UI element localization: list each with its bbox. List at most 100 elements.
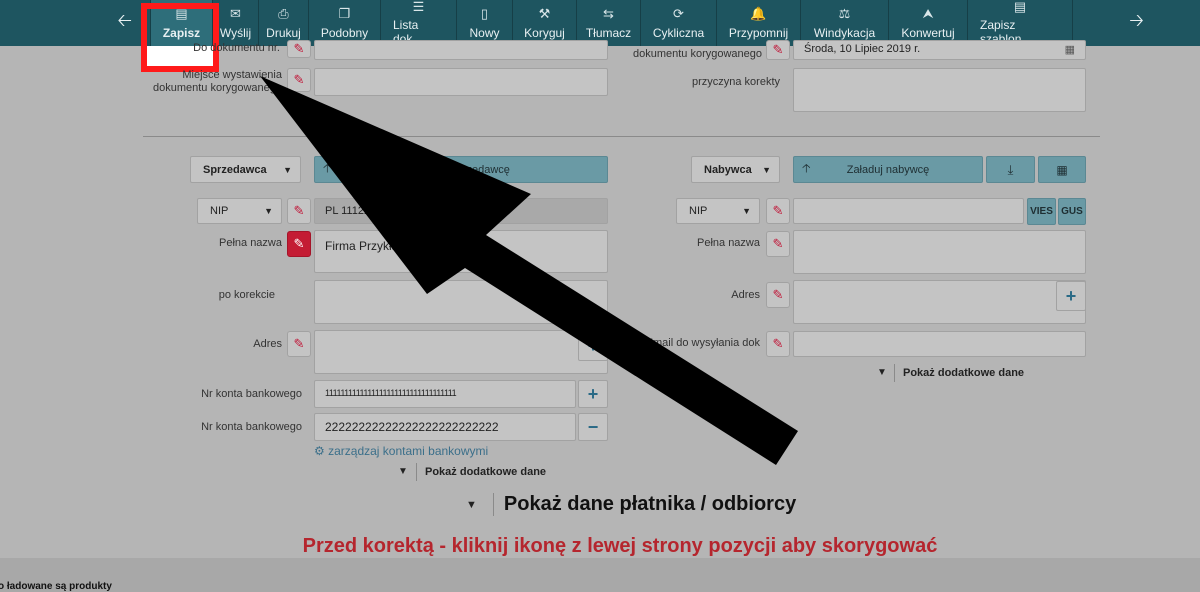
seller-more-data-toggle[interactable]: Pokaż dodatkowe dane xyxy=(416,463,546,481)
chevron-down-icon: ▼ xyxy=(762,164,771,175)
edit-icon[interactable]: ✎ xyxy=(766,282,790,308)
after-correction-label: po korekcie xyxy=(218,289,275,301)
bank-account-value-2: 22222222222222222222222222 xyxy=(325,420,499,434)
edit-icon[interactable]: ✎ xyxy=(287,231,311,257)
edit-icon[interactable]: ✎ xyxy=(766,331,790,357)
correction-warning: Przed korektą - kliknij ikonę z lewej st… xyxy=(302,535,938,557)
stats-button[interactable]: ▦ xyxy=(1038,156,1086,183)
print-icon: ⎙ xyxy=(278,5,289,21)
corrected-date-input[interactable]: Środa, 10 Lipiec 2019 r. ▦ xyxy=(793,40,1086,60)
seller-address-label: Adres xyxy=(253,338,282,350)
arrow-up-icon: 🡡 xyxy=(802,161,811,175)
arrow-left-icon[interactable]: 🡠 xyxy=(0,0,150,46)
mail-icon: ✉ xyxy=(230,5,241,21)
seller-type-value: Sprzedawca xyxy=(203,163,267,176)
download-button[interactable]: ⤓ xyxy=(986,156,1035,183)
plus-icon: + xyxy=(587,335,599,356)
print-button-label: Drukuj xyxy=(266,25,301,40)
buyer-address-textarea[interactable] xyxy=(793,280,1086,324)
bank-account-label-2: Nr konta bankowego xyxy=(201,421,302,433)
payer-section-title: Pokaż dane płatnika / odbiorcy xyxy=(492,493,796,516)
section-divider xyxy=(143,136,1100,137)
edit-icon[interactable]: ✎ xyxy=(287,40,311,58)
seller-full-name-input[interactable]: Firma Przykładowa Sp xyxy=(314,230,608,273)
buyer-nip-input[interactable] xyxy=(793,198,1024,224)
after-correction-textarea[interactable] xyxy=(314,280,608,324)
recurring-button[interactable]: ⟳ Cykliczna xyxy=(640,0,716,46)
load-buyer-label: Załaduj nabywcę xyxy=(846,163,930,176)
plus-icon: + xyxy=(587,383,599,404)
issue-place-input[interactable] xyxy=(314,68,608,96)
new-button-label: Nowy xyxy=(469,25,500,40)
bar-chart-icon: ▦ xyxy=(1056,162,1068,177)
swap-icon: ⇆ xyxy=(603,5,614,21)
seller-id-type-value: NIP xyxy=(210,205,229,217)
load-buyer-button[interactable]: 🡡 Załaduj nabywcę xyxy=(793,156,983,183)
load-seller-button[interactable]: 🡡 Załaduj sprzedawcę xyxy=(314,156,608,183)
gus-label: GUS xyxy=(1061,206,1083,217)
send-button-label: Wyślij xyxy=(219,25,252,40)
translate-button-label: Tłumacz xyxy=(585,25,632,40)
buyer-full-name-label: Pełna nazwa xyxy=(697,237,760,249)
calendar-icon[interactable]: ▦ xyxy=(1065,43,1075,56)
edit-icon[interactable]: ✎ xyxy=(287,68,311,92)
doc-number-input[interactable] xyxy=(314,40,608,60)
edit-icon[interactable]: ✎ xyxy=(766,198,790,224)
chevron-down-icon[interactable]: ▼ xyxy=(398,466,408,477)
seller-type-select[interactable]: Sprzedawca ▼ xyxy=(190,156,301,183)
seller-full-name-value: Firma Przykładowa Sp xyxy=(325,239,446,253)
arrow-up-icon: 🡡 xyxy=(323,161,332,175)
bank-account-input-1[interactable]: 1111111111111111111111111111111111 xyxy=(314,380,576,408)
add-bank-account-button[interactable]: + xyxy=(578,380,608,408)
collection-button-label: Windykacja xyxy=(813,25,876,40)
similar-button-label: Podobny xyxy=(320,25,369,40)
edit-icon[interactable]: ✎ xyxy=(766,40,790,60)
seller-nip-value: PL 1112223344 xyxy=(325,205,401,217)
highlight-box xyxy=(141,3,219,72)
buyer-full-name-textarea[interactable] xyxy=(793,230,1086,274)
buyer-id-type-select[interactable]: NIP ▼ xyxy=(676,198,760,224)
bank-account-input-2[interactable]: 22222222222222222222222222 xyxy=(314,413,576,441)
load-seller-label: Załaduj sprzedawcę xyxy=(412,163,510,176)
vies-label: VIES xyxy=(1030,206,1053,217)
manage-bank-accounts-link[interactable]: ⚙ zarządzaj kontami bankowymi xyxy=(314,444,488,458)
loading-status: o ładowane są produkty xyxy=(0,581,112,592)
buyer-id-type-value: NIP xyxy=(689,205,708,217)
issue-place-label: Miejsce wystawienia dokumentu korygowane… xyxy=(152,69,282,94)
gus-button[interactable]: GUS xyxy=(1058,198,1086,225)
buyer-type-select[interactable]: Nabywca ▼ xyxy=(691,156,780,183)
reason-textarea[interactable] xyxy=(793,68,1086,112)
copy-icon: ❐ xyxy=(338,5,351,21)
gears-icon: ⚙ xyxy=(314,444,325,458)
remove-bank-account-button[interactable]: − xyxy=(578,413,608,441)
bell-icon: 🔔 xyxy=(750,5,767,21)
add-buyer-address-button[interactable]: + xyxy=(1056,281,1086,311)
buyer-email-input[interactable] xyxy=(793,331,1086,357)
arrow-right-icon[interactable]: 🡢 xyxy=(1072,0,1200,46)
save-template-icon: ▤ xyxy=(1013,0,1027,14)
seller-nip-input[interactable]: PL 1112223344 xyxy=(314,198,608,224)
chevron-down-icon: ▼ xyxy=(264,206,273,216)
seller-address-textarea[interactable] xyxy=(314,330,608,374)
download-icon: ⤓ xyxy=(1007,161,1014,177)
buyer-type-value: Nabywca xyxy=(704,163,752,176)
tools-icon: ⚒ xyxy=(538,5,551,21)
buyer-email-label: Email do wysyłania dok xyxy=(645,337,760,349)
doc-number-label: Do dokumentu nr. xyxy=(193,42,280,54)
recurring-button-label: Cykliczna xyxy=(652,25,705,40)
buyer-more-data-toggle[interactable]: Pokaż dodatkowe dane xyxy=(894,364,1024,382)
upload-icon: ⮝ xyxy=(922,5,934,21)
edit-icon[interactable]: ✎ xyxy=(287,331,311,357)
manage-bank-accounts-label: zarządzaj kontami bankowymi xyxy=(328,444,489,458)
cycle-icon: ⟳ xyxy=(673,5,684,21)
add-address-button[interactable]: + xyxy=(578,331,608,361)
edit-icon[interactable]: ✎ xyxy=(766,231,790,257)
edit-icon[interactable]: ✎ xyxy=(287,198,311,224)
payer-section-toggle[interactable]: ▼ Pokaż dane płatnika / odbiorcy xyxy=(466,493,796,516)
chevron-down-icon: ▼ xyxy=(466,498,477,511)
seller-id-type-select[interactable]: NIP ▼ xyxy=(197,198,282,224)
corrected-date-value: Środa, 10 Lipiec 2019 r. xyxy=(804,43,921,55)
vies-button[interactable]: VIES xyxy=(1027,198,1056,225)
chevron-down-icon: ▼ xyxy=(283,164,292,175)
chevron-down-icon[interactable]: ▼ xyxy=(877,367,887,378)
